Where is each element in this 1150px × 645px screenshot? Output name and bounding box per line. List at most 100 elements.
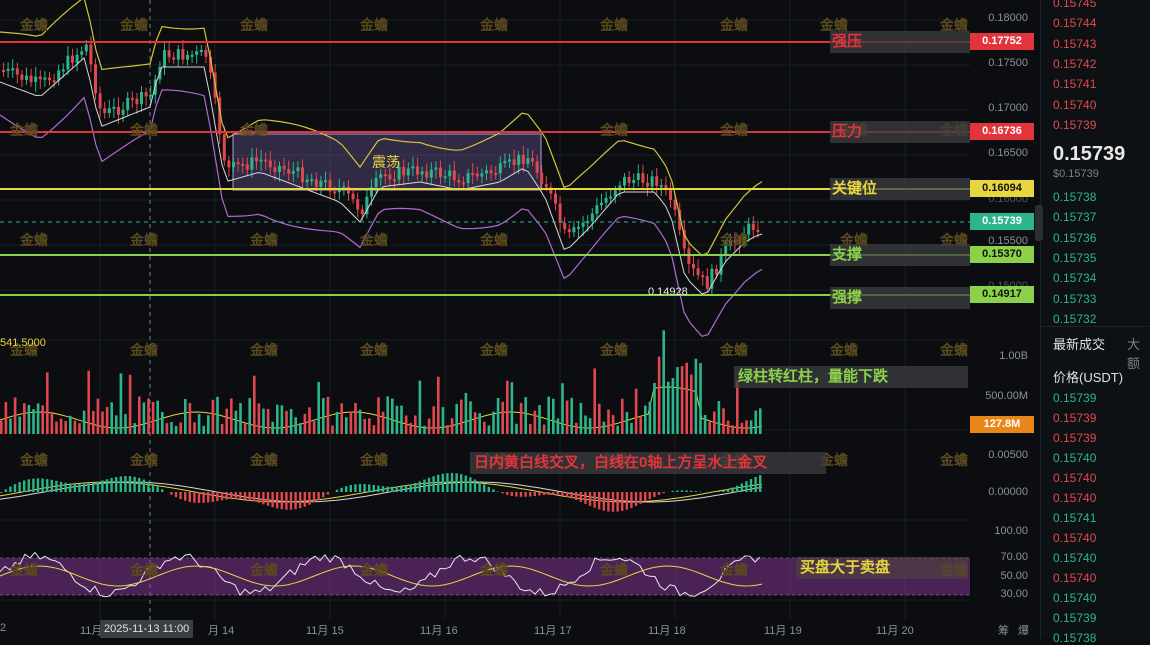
volume-bar <box>603 422 606 434</box>
candle <box>692 264 695 268</box>
candle <box>687 249 690 264</box>
price-chart[interactable]: 金蟾金蟾金蟾金蟾金蟾金蟾金蟾金蟾金蟾金蟾金蟾金蟾金蟾金蟾金蟾金蟾金蟾金蟾金蟾金蟾… <box>0 0 970 639</box>
macd-bar <box>722 490 724 492</box>
macd-bar <box>115 477 117 492</box>
corner-label-2[interactable]: 爆 <box>1018 622 1029 638</box>
macd-bar <box>207 492 209 502</box>
macd-bar <box>561 492 563 496</box>
watermark: 金蟾 <box>719 562 748 578</box>
time-label-8: 11月 20 <box>876 622 914 638</box>
tab-large-trades[interactable]: 大额 <box>1127 334 1150 372</box>
volume-bar <box>285 411 288 434</box>
candle <box>660 185 663 187</box>
bid-row[interactable]: 0.15734 <box>1053 271 1096 285</box>
candle <box>172 57 175 59</box>
macd-bar <box>727 489 729 492</box>
ask-row[interactable]: 0.15742 <box>1053 57 1096 71</box>
macd-bar <box>396 487 398 492</box>
watermark: 金蟾 <box>599 17 628 33</box>
trade-row: 0.15740 <box>1053 571 1096 585</box>
volume-bar <box>92 411 95 434</box>
key-label: 关键位 <box>830 178 970 200</box>
macd-bar <box>156 487 158 492</box>
macd-bar <box>92 483 94 492</box>
volume-bar <box>41 405 44 434</box>
candle <box>439 168 442 178</box>
bid-row[interactable]: 0.15738 <box>1053 190 1096 204</box>
candle <box>301 167 304 182</box>
macd-bar <box>175 492 177 497</box>
macd-bar <box>101 480 103 492</box>
ask-row[interactable]: 0.15743 <box>1053 37 1096 51</box>
candle <box>559 204 562 223</box>
macd-bar <box>593 492 595 508</box>
volume-bar <box>253 376 256 434</box>
bid-row[interactable]: 0.15735 <box>1053 251 1096 265</box>
volume-bar <box>419 381 422 434</box>
volume-bar <box>87 371 90 434</box>
ask-row[interactable]: 0.15739 <box>1053 118 1096 132</box>
candle <box>246 165 249 170</box>
volume-bar <box>363 419 366 434</box>
volume-bar <box>9 419 12 434</box>
macd-bar <box>460 474 462 492</box>
candle <box>453 171 456 180</box>
macd-bar <box>741 483 743 492</box>
tab-latest-trades[interactable]: 最新成交 <box>1053 334 1105 353</box>
volume-bar <box>179 422 182 434</box>
ask-row[interactable]: 0.15740 <box>1053 98 1096 112</box>
low-price-label: 0.14928 <box>648 286 688 298</box>
candle <box>85 44 88 51</box>
candle <box>7 69 10 71</box>
candle <box>296 167 299 171</box>
macd-bar <box>414 483 416 492</box>
volume-bar <box>0 421 3 434</box>
candle <box>651 176 654 186</box>
volume-bar <box>612 415 615 434</box>
candle <box>319 181 322 187</box>
macd-bar <box>106 479 108 492</box>
volume-bar <box>552 399 555 434</box>
candle <box>80 51 83 54</box>
volume-bar <box>736 380 739 434</box>
volume-bar <box>216 397 219 434</box>
volume-bar <box>630 423 633 434</box>
bid-row[interactable]: 0.15736 <box>1053 231 1096 245</box>
candle <box>499 163 502 173</box>
order-book[interactable]: 0.15745 0.15744 0.15743 0.15742 0.15741 0.157… <box>1040 0 1150 639</box>
macd-bar <box>253 492 255 502</box>
macd-bar <box>304 492 306 507</box>
candle <box>191 55 194 57</box>
ask-row[interactable]: 0.15745 <box>1053 0 1096 10</box>
bid-row[interactable]: 0.15733 <box>1053 292 1096 306</box>
volume-bar <box>432 406 435 434</box>
volume-bar <box>557 418 560 434</box>
volume-bar <box>143 402 146 434</box>
volume-bar <box>170 422 173 434</box>
candle <box>20 75 23 80</box>
ask-row[interactable]: 0.15741 <box>1053 77 1096 91</box>
ask-row[interactable]: 0.15744 <box>1053 16 1096 30</box>
volume-bar <box>83 411 86 434</box>
time-label-5: 11月 17 <box>534 622 572 638</box>
corner-label-1[interactable]: 筹 <box>998 622 1009 638</box>
price-axis[interactable]: 0.18000 0.17500 0.17000 0.16500 0.16000 … <box>970 0 1040 639</box>
macd-bar <box>626 492 628 510</box>
volume-bar <box>754 411 757 434</box>
tag-14917: 0.14917 <box>970 286 1034 303</box>
candle <box>273 167 276 172</box>
macd-bar <box>437 475 439 492</box>
macd-bar <box>28 479 30 492</box>
macd-bar <box>557 492 559 495</box>
volume-bar <box>156 401 159 434</box>
chart-area[interactable]: 金蟾金蟾金蟾金蟾金蟾金蟾金蟾金蟾金蟾金蟾金蟾金蟾金蟾金蟾金蟾金蟾金蟾金蟾金蟾金蟾… <box>0 0 970 639</box>
candle <box>655 176 658 186</box>
volume-bar <box>110 402 113 434</box>
bid-row[interactable]: 0.15737 <box>1053 210 1096 224</box>
scroll-handle[interactable] <box>1035 205 1043 241</box>
candle <box>333 191 336 193</box>
macd-bar <box>552 492 554 495</box>
bid-row[interactable]: 0.15732 <box>1053 312 1096 326</box>
candle <box>471 173 474 175</box>
candle <box>664 185 667 188</box>
